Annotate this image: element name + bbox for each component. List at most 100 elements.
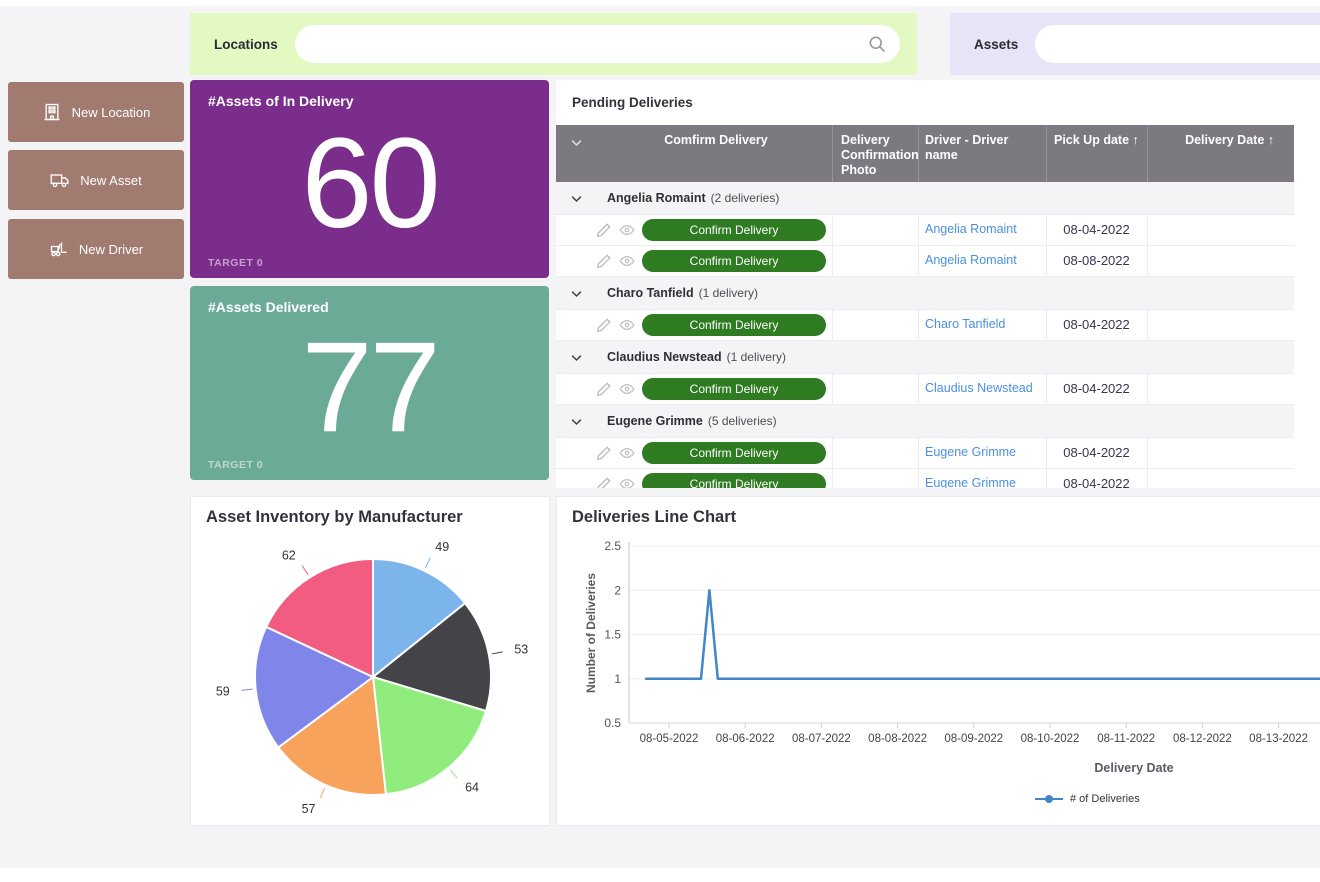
confirm-delivery-button[interactable]: Confirm Delivery <box>642 442 826 464</box>
view-icon[interactable] <box>619 317 635 333</box>
driver-link[interactable]: Angelia Romaint <box>925 222 1043 236</box>
driver-group-row: Charo Tanfield(1 delivery) <box>556 277 1294 310</box>
pickup-date-cell: 08-04-2022 <box>1046 317 1147 332</box>
kpi-in-delivery-target: TARGET 0 <box>208 257 263 269</box>
new-driver-button[interactable]: New Driver <box>8 219 184 279</box>
col-confirm-delivery[interactable]: Comfirm Delivery <box>600 133 832 148</box>
pickup-date-cell: 08-04-2022 <box>1046 222 1147 237</box>
x-tick-label: 08-06-2022 <box>716 733 775 745</box>
kpi-in-delivery-value: 60 <box>190 80 549 278</box>
group-delivery-count: (2 deliveries) <box>711 191 780 205</box>
edit-icon[interactable] <box>596 253 612 269</box>
kpi-delivered-value: 77 <box>190 286 549 480</box>
table-row: Confirm DeliveryEugene Grimme08-04-2022 <box>556 469 1294 488</box>
collapse-all-chevron-icon[interactable] <box>569 135 584 150</box>
view-icon[interactable] <box>619 476 635 488</box>
x-tick-label: 08-09-2022 <box>944 733 1003 745</box>
col-driver-name[interactable]: Driver - Driver name <box>925 133 1043 163</box>
edit-icon[interactable] <box>596 476 612 488</box>
kpi-delivered-card: 77 #Assets Delivered TARGET 0 <box>190 286 549 480</box>
locations-label: Locations <box>214 37 278 52</box>
driver-link[interactable]: Eugene Grimme <box>925 445 1043 459</box>
line-chart-title: Deliveries Line Chart <box>572 508 736 527</box>
bottom-strip <box>0 868 1320 882</box>
group-delivery-count: (5 deliveries) <box>708 414 777 428</box>
group-driver-name: Claudius Newstead <box>607 350 722 364</box>
confirm-delivery-button[interactable]: Confirm Delivery <box>642 378 826 400</box>
assets-search-input[interactable] <box>1035 25 1320 63</box>
edit-icon[interactable] <box>596 317 612 333</box>
group-chevron-icon[interactable] <box>569 414 584 429</box>
column-divider <box>832 374 833 404</box>
pickup-date-cell: 08-04-2022 <box>1046 445 1147 460</box>
group-chevron-icon[interactable] <box>569 350 584 365</box>
y-axis-title: Number of Deliveries <box>584 553 598 713</box>
pickup-date-cell: 08-04-2022 <box>1046 381 1147 396</box>
column-divider <box>1147 438 1148 468</box>
column-divider <box>918 215 919 245</box>
pie-slice-label: 59 <box>216 684 230 698</box>
table-body: Angelia Romaint (2 deliveries) Confirm Del… <box>556 182 1294 488</box>
pie-label-connector <box>492 652 503 654</box>
column-divider <box>1147 310 1148 340</box>
group-driver-name: Charo Tanfield <box>607 286 694 300</box>
column-divider <box>1147 374 1148 404</box>
view-icon[interactable] <box>619 222 635 238</box>
top-strip <box>0 0 1320 6</box>
driver-link[interactable]: Claudius Newstead <box>925 381 1043 395</box>
y-tick-label: 1 <box>614 672 621 686</box>
col-confirmation-photo[interactable]: Delivery Confirmation Photo <box>841 133 923 178</box>
pie-slice-label: 64 <box>465 781 479 795</box>
view-icon[interactable] <box>619 253 635 269</box>
confirm-delivery-button[interactable]: Confirm Delivery <box>642 314 826 336</box>
col-pickup-date[interactable]: Pick Up date ↑ <box>1054 133 1146 148</box>
new-driver-label: New Driver <box>79 242 143 257</box>
view-icon[interactable] <box>619 445 635 461</box>
edit-icon[interactable] <box>596 445 612 461</box>
header-divider <box>918 125 919 182</box>
x-tick-label: 08-08-2022 <box>868 733 927 745</box>
new-asset-button[interactable]: New Asset <box>8 150 184 210</box>
x-tick-label: 08-07-2022 <box>792 733 851 745</box>
table-row: Confirm DeliveryAngelia Romaint08-08-202… <box>556 246 1294 277</box>
x-tick-label: 08-10-2022 <box>1021 733 1080 745</box>
kpi-delivered-target: TARGET 0 <box>208 459 263 471</box>
search-icon[interactable] <box>867 34 887 54</box>
confirm-delivery-button[interactable]: Confirm Delivery <box>642 473 826 488</box>
column-divider <box>918 310 919 340</box>
pie-label-connector <box>320 788 324 798</box>
driver-link[interactable]: Eugene Grimme <box>925 476 1043 488</box>
column-divider <box>918 374 919 404</box>
confirm-delivery-button[interactable]: Confirm Delivery <box>642 219 826 241</box>
pie-label-connector <box>450 770 457 778</box>
locations-search-input[interactable] <box>295 25 900 63</box>
group-driver-name: Angelia Romaint <box>607 191 706 205</box>
driver-link[interactable]: Angelia Romaint <box>925 253 1043 267</box>
line-chart[interactable]: 0.511.522.508-05-202208-06-202208-07-202… <box>557 497 1320 787</box>
new-location-button[interactable]: New Location <box>8 82 184 142</box>
pie-chart[interactable]: 495364575962 <box>191 525 551 825</box>
assets-search <box>1035 25 1320 63</box>
header-divider <box>1147 125 1148 182</box>
table-header: Comfirm Delivery Delivery Confirmation P… <box>556 125 1294 182</box>
edit-icon[interactable] <box>596 381 612 397</box>
line-chart-panel: 0.511.522.508-05-202208-06-202208-07-202… <box>556 496 1320 826</box>
group-chevron-icon[interactable] <box>569 286 584 301</box>
x-tick-label: 08-05-2022 <box>640 733 699 745</box>
column-divider <box>1046 215 1047 245</box>
forklift-icon <box>49 239 69 259</box>
column-divider <box>1046 310 1047 340</box>
column-divider <box>832 310 833 340</box>
group-driver-name: Eugene Grimme <box>607 414 703 428</box>
driver-link[interactable]: Charo Tanfield <box>925 317 1043 331</box>
edit-icon[interactable] <box>596 222 612 238</box>
view-icon[interactable] <box>619 381 635 397</box>
driver-group-row: Angelia Romaint (2 deliveries) <box>556 182 1294 215</box>
chart-legend[interactable]: # of Deliveries <box>1035 793 1140 805</box>
pie-label-connector <box>242 689 253 690</box>
column-divider <box>1046 469 1047 488</box>
column-divider <box>1147 246 1148 276</box>
col-delivery-date[interactable]: Delivery Date ↑ <box>1147 133 1284 148</box>
confirm-delivery-button[interactable]: Confirm Delivery <box>642 250 826 272</box>
group-chevron-icon[interactable] <box>569 191 584 206</box>
